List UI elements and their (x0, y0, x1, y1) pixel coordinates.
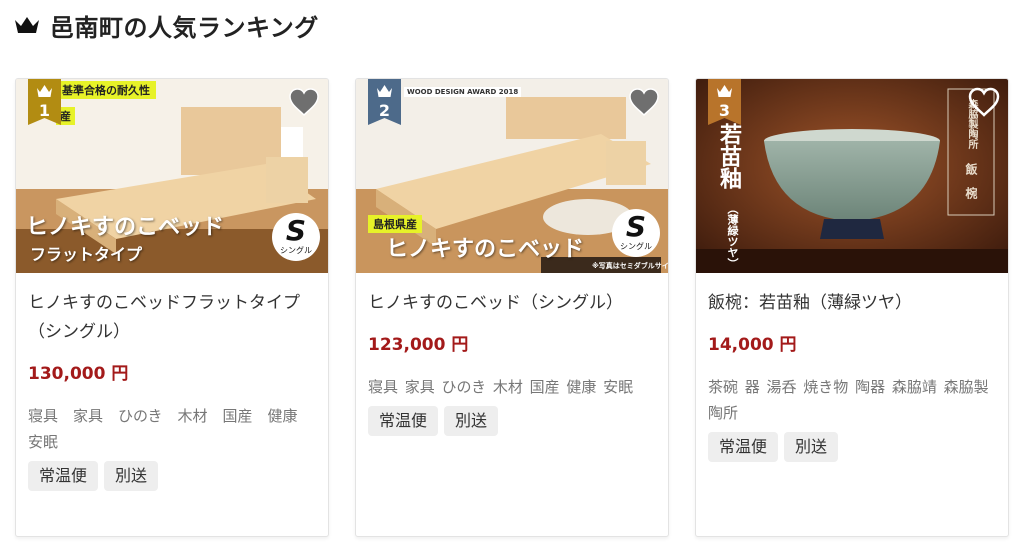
image-sub-text: フラットタイプ (30, 245, 143, 264)
shipping-chip: 別送 (444, 406, 499, 436)
favorite-heart-icon[interactable] (288, 87, 320, 117)
product-title[interactable]: ヒノキすのこベッド（シングル） (368, 289, 656, 318)
section-title: 邑南町の人気ランキング (50, 13, 319, 42)
shipping-chips: 常温便 別送 (708, 432, 996, 462)
crown-icon (15, 17, 39, 33)
ranking-heading: 邑南町の人気ランキング (14, 8, 319, 42)
glaze-sub-text: （薄緑ツヤ） (726, 203, 739, 269)
favorite-heart-icon[interactable] (628, 87, 660, 117)
shipping-chip: 別送 (784, 432, 839, 462)
product-price: 123,000 円 (368, 335, 469, 355)
size-badge: S シングル (612, 209, 660, 257)
product-price: 130,000 円 (28, 364, 129, 384)
product-tags: 茶碗 器 湯呑 焼き物 陶器 森脇靖 森脇製陶所 (708, 378, 989, 422)
shipping-chip: 別送 (104, 461, 159, 491)
product-title[interactable]: 飯椀：若苗釉（薄緑ツヤ） (708, 289, 996, 318)
rank-badge: 2 (368, 79, 401, 125)
product-image[interactable]: WOOD DESIGN AWARD 2018 島根県産 ヒノキすのこベッド ※写… (356, 79, 668, 273)
product-card[interactable]: 基準合格の耐久性 産 ヒノキすのこベッド フラットタイプ S シングル 1 ヒノ… (15, 78, 329, 537)
award-text: WOOD DESIGN AWARD 2018 (404, 87, 522, 97)
glaze-name-text: 若苗釉 (716, 123, 741, 189)
shipping-chip: 常温便 (28, 461, 99, 491)
image-note: ※写真はセミダブルサイズです (592, 262, 668, 270)
rank-badge: 3 (708, 79, 741, 125)
image-main-text: ヒノキすのこベッド (26, 215, 225, 240)
shipping-chips: 常温便 別送 (368, 406, 656, 436)
product-tags: 寝具 家具 ひのき 木材 国産 健康 安眠 (28, 407, 313, 451)
product-title[interactable]: ヒノキすのこベッドフラットタイプ（シングル） (28, 289, 316, 347)
favorite-heart-icon[interactable] (968, 87, 1000, 117)
image-banner: 基準合格の耐久性 (56, 81, 156, 99)
product-image[interactable]: 基準合格の耐久性 産 ヒノキすのこベッド フラットタイプ S シングル 1 (16, 79, 328, 273)
product-tags: 寝具 家具 ひのき 木材 国産 健康 安眠 (368, 378, 634, 396)
shipping-chip: 常温便 (368, 406, 439, 436)
shipping-chip: 常温便 (708, 432, 779, 462)
product-card[interactable]: 若苗釉 （薄緑ツヤ） 森脇製陶所 飯椀 3 飯椀：若苗釉（薄緑ツヤ） 14,00… (695, 78, 1009, 537)
product-price: 14,000 円 (708, 335, 797, 355)
product-image[interactable]: 若苗釉 （薄緑ツヤ） 森脇製陶所 飯椀 3 (696, 79, 1008, 273)
item-text: 飯椀 (964, 163, 978, 211)
image-main-text: ヒノキすのこベッド (386, 237, 585, 262)
product-card[interactable]: WOOD DESIGN AWARD 2018 島根県産 ヒノキすのこベッド ※写… (355, 78, 669, 537)
rank-badge: 1 (28, 79, 61, 125)
shipping-chips: 常温便 別送 (28, 461, 316, 491)
size-badge: S シングル (272, 213, 320, 261)
